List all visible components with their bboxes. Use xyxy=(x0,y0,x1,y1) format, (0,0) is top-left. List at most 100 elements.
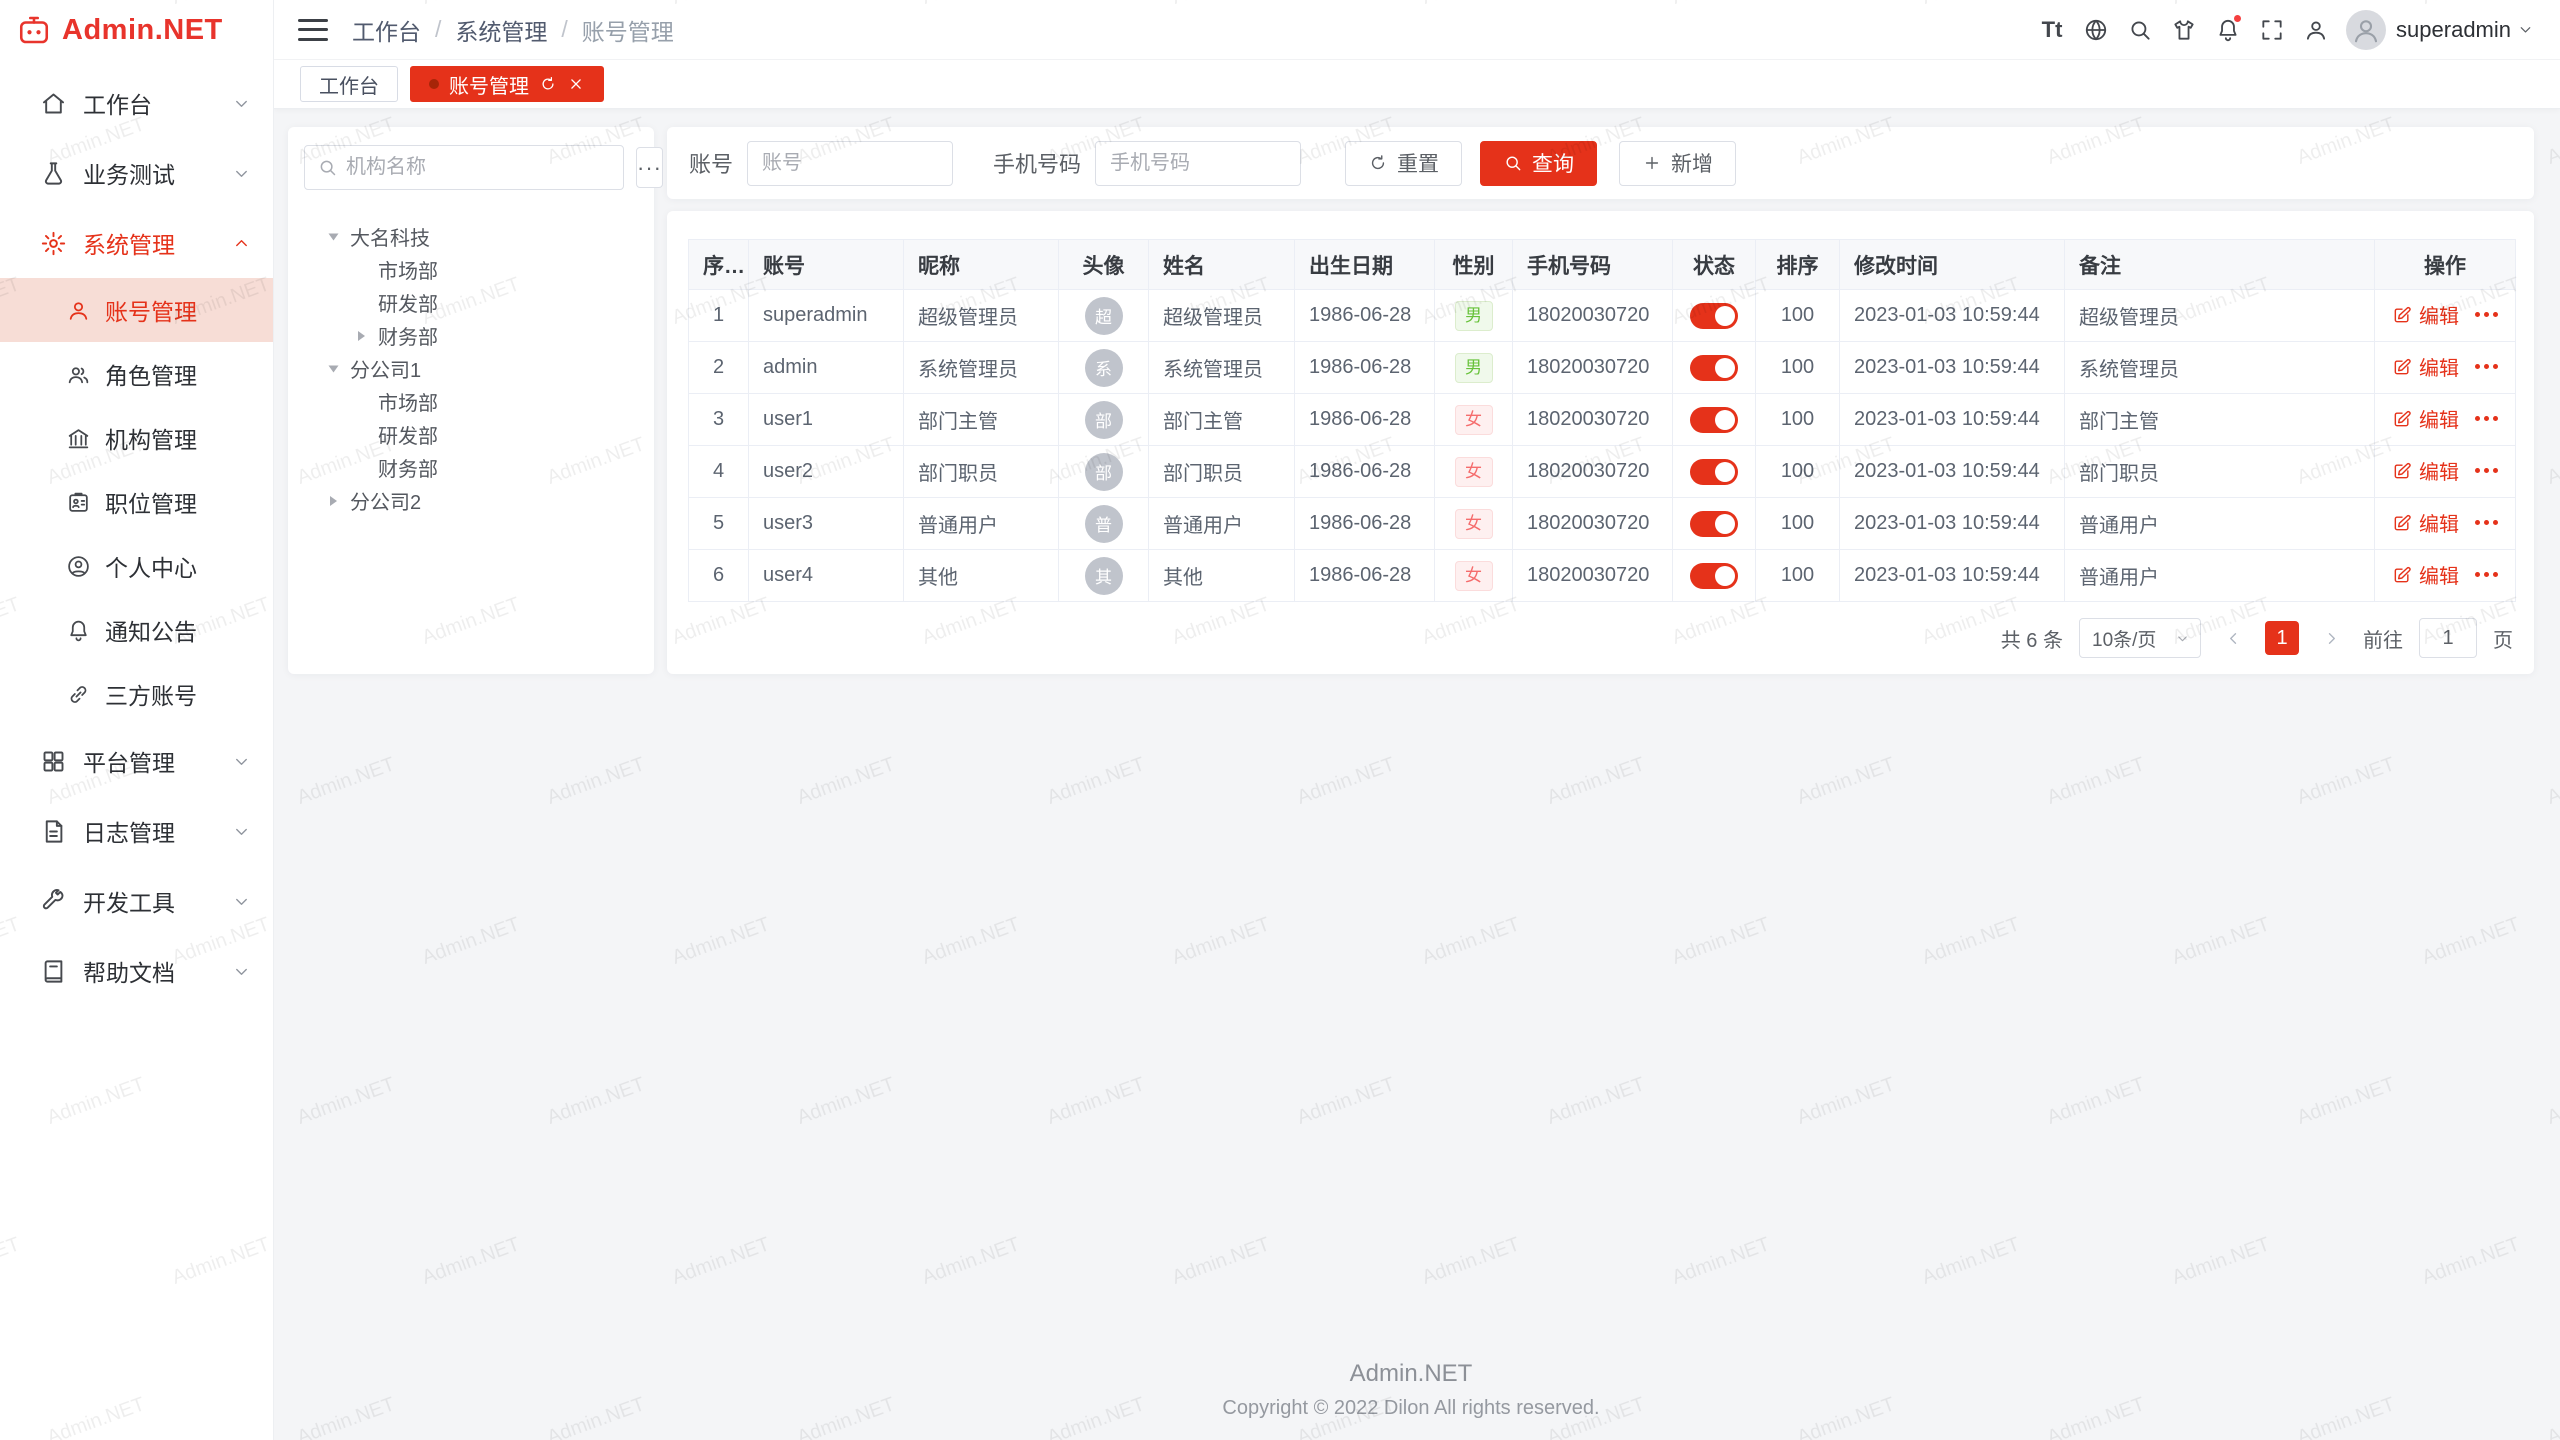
sidebar-item-notice[interactable]: 通知公告 xyxy=(0,598,273,662)
tree-indent xyxy=(348,290,374,316)
edit-button[interactable]: 编辑 xyxy=(2392,404,2459,433)
sidebar-item-role-management[interactable]: 角色管理 xyxy=(0,342,273,406)
edit-button[interactable]: 编辑 xyxy=(2392,300,2459,329)
status-toggle[interactable] xyxy=(1690,511,1738,537)
brand[interactable]: Admin.NET xyxy=(0,0,273,60)
row-more-button[interactable] xyxy=(2475,461,2498,481)
tree-node[interactable]: 分公司1 xyxy=(304,352,638,385)
status-toggle[interactable] xyxy=(1690,303,1738,329)
theme-skin-icon[interactable] xyxy=(2162,0,2206,60)
sidebar-item-org-management[interactable]: 机构管理 xyxy=(0,406,273,470)
sidebar-item-dev-tools[interactable]: 开发工具 xyxy=(0,866,273,936)
add-button[interactable]: 新增 xyxy=(1619,141,1736,186)
tree-caret-icon[interactable] xyxy=(320,488,346,514)
flask-icon xyxy=(40,160,67,187)
badge-icon xyxy=(66,490,91,515)
status-toggle[interactable] xyxy=(1690,563,1738,589)
status-toggle[interactable] xyxy=(1690,459,1738,485)
row-more-button[interactable] xyxy=(2475,357,2498,377)
sidebar-item-workbench[interactable]: 工作台 xyxy=(0,68,273,138)
gender-tag: 女 xyxy=(1455,561,1493,591)
username[interactable]: superadmin xyxy=(2396,17,2511,43)
tree-node[interactable]: 财务部 xyxy=(304,451,638,484)
sidebar-item-business-test[interactable]: 业务测试 xyxy=(0,138,273,208)
breadcrumb-item[interactable]: 工作台 xyxy=(352,13,421,47)
chevron-down-icon xyxy=(2175,631,2190,646)
tree-node[interactable]: 大名科技 xyxy=(304,220,638,253)
fullscreen-icon[interactable] xyxy=(2250,0,2294,60)
org-search-input[interactable] xyxy=(346,156,611,179)
tab-workbench[interactable]: 工作台 xyxy=(300,66,398,102)
edit-button[interactable]: 编辑 xyxy=(2392,352,2459,381)
search-button[interactable]: 查询 xyxy=(1480,141,1597,186)
sidebar-item-system-management[interactable]: 系统管理 xyxy=(0,208,273,278)
cell-birthdate: 1986-06-28 xyxy=(1295,446,1435,498)
sidebar-item-personal-center[interactable]: 个人中心 xyxy=(0,534,273,598)
tree-node[interactable]: 财务部 xyxy=(304,319,638,352)
table-row: 3user1部门主管部部门主管1986-06-28女18020030720100… xyxy=(689,394,2516,446)
tree-node[interactable]: 研发部 xyxy=(304,418,638,451)
refresh-icon[interactable] xyxy=(539,75,557,93)
row-more-button[interactable] xyxy=(2475,565,2498,585)
cell-account: user4 xyxy=(749,550,904,602)
account-input[interactable] xyxy=(747,141,953,186)
prev-page-button[interactable] xyxy=(2217,622,2249,654)
language-icon[interactable] xyxy=(2074,0,2118,60)
status-toggle[interactable] xyxy=(1690,407,1738,433)
column-header-ops: 操作 xyxy=(2375,240,2516,290)
user-settings-icon[interactable] xyxy=(2294,0,2338,60)
pagination-total: 共 6 条 xyxy=(2001,624,2063,653)
tree-node[interactable]: 市场部 xyxy=(304,253,638,286)
gender-tag: 女 xyxy=(1455,509,1493,539)
tree-caret-icon[interactable] xyxy=(320,356,346,382)
page-1-button[interactable]: 1 xyxy=(2265,621,2299,655)
chevron-down-icon[interactable] xyxy=(2517,21,2534,38)
row-more-button[interactable] xyxy=(2475,305,2498,325)
tree-node[interactable]: 研发部 xyxy=(304,286,638,319)
edit-button[interactable]: 编辑 xyxy=(2392,456,2459,485)
cell-name: 部门职员 xyxy=(1149,446,1295,498)
tab-account-management[interactable]: 账号管理 xyxy=(410,66,604,102)
sidebar-item-account-management[interactable]: 账号管理 xyxy=(0,278,273,342)
goto-page-input[interactable] xyxy=(2419,618,2477,658)
table-body: 1superadmin超级管理员超超级管理员1986-06-28男1802003… xyxy=(689,290,2516,602)
sidebar-item-log-management[interactable]: 日志管理 xyxy=(0,796,273,866)
footer-title: Admin.NET xyxy=(288,1360,2534,1388)
cell-index: 4 xyxy=(689,446,749,498)
sidebar-item-position-management[interactable]: 职位管理 xyxy=(0,470,273,534)
tree-node[interactable]: 分公司2 xyxy=(304,484,638,517)
cell-ops: 编辑 xyxy=(2375,290,2516,342)
font-size-icon[interactable]: Tt xyxy=(2030,0,2074,60)
edit-button[interactable]: 编辑 xyxy=(2392,508,2459,537)
status-toggle[interactable] xyxy=(1690,355,1738,381)
tree-node[interactable]: 市场部 xyxy=(304,385,638,418)
edit-icon xyxy=(2392,357,2412,377)
edit-button[interactable]: 编辑 xyxy=(2392,560,2459,589)
tree-caret-icon[interactable] xyxy=(320,224,346,250)
search-icon[interactable] xyxy=(2118,0,2162,60)
sidebar-item-help-docs[interactable]: 帮助文档 xyxy=(0,936,273,1006)
column-header-nickname: 昵称 xyxy=(904,240,1059,290)
system-submenu: 账号管理 角色管理 机构管理 职位管理 个人中心 xyxy=(0,278,273,726)
close-icon[interactable] xyxy=(567,75,585,93)
row-more-button[interactable] xyxy=(2475,513,2498,533)
cell-account: user3 xyxy=(749,498,904,550)
phone-input[interactable] xyxy=(1095,141,1301,186)
breadcrumb-separator: / xyxy=(561,16,567,43)
row-more-button[interactable] xyxy=(2475,409,2498,429)
menu-collapse-icon[interactable] xyxy=(298,19,328,41)
tree-node-label: 大名科技 xyxy=(350,222,430,251)
edit-icon xyxy=(2392,565,2412,585)
notification-bell-icon[interactable] xyxy=(2206,0,2250,60)
cell-ops: 编辑 xyxy=(2375,550,2516,602)
next-page-button[interactable] xyxy=(2315,622,2347,654)
cell-phone: 18020030720 xyxy=(1513,290,1673,342)
breadcrumb-item[interactable]: 系统管理 xyxy=(455,13,547,47)
sidebar-item-platform-management[interactable]: 平台管理 xyxy=(0,726,273,796)
user-avatar[interactable] xyxy=(2346,10,2386,50)
page-size-select[interactable]: 10条/页 xyxy=(2079,618,2201,658)
reset-button[interactable]: 重置 xyxy=(1345,141,1462,186)
sidebar-item-third-party-account[interactable]: 三方账号 xyxy=(0,662,273,726)
tree-caret-icon[interactable] xyxy=(348,323,374,349)
org-more-button[interactable]: ··· xyxy=(636,147,663,188)
